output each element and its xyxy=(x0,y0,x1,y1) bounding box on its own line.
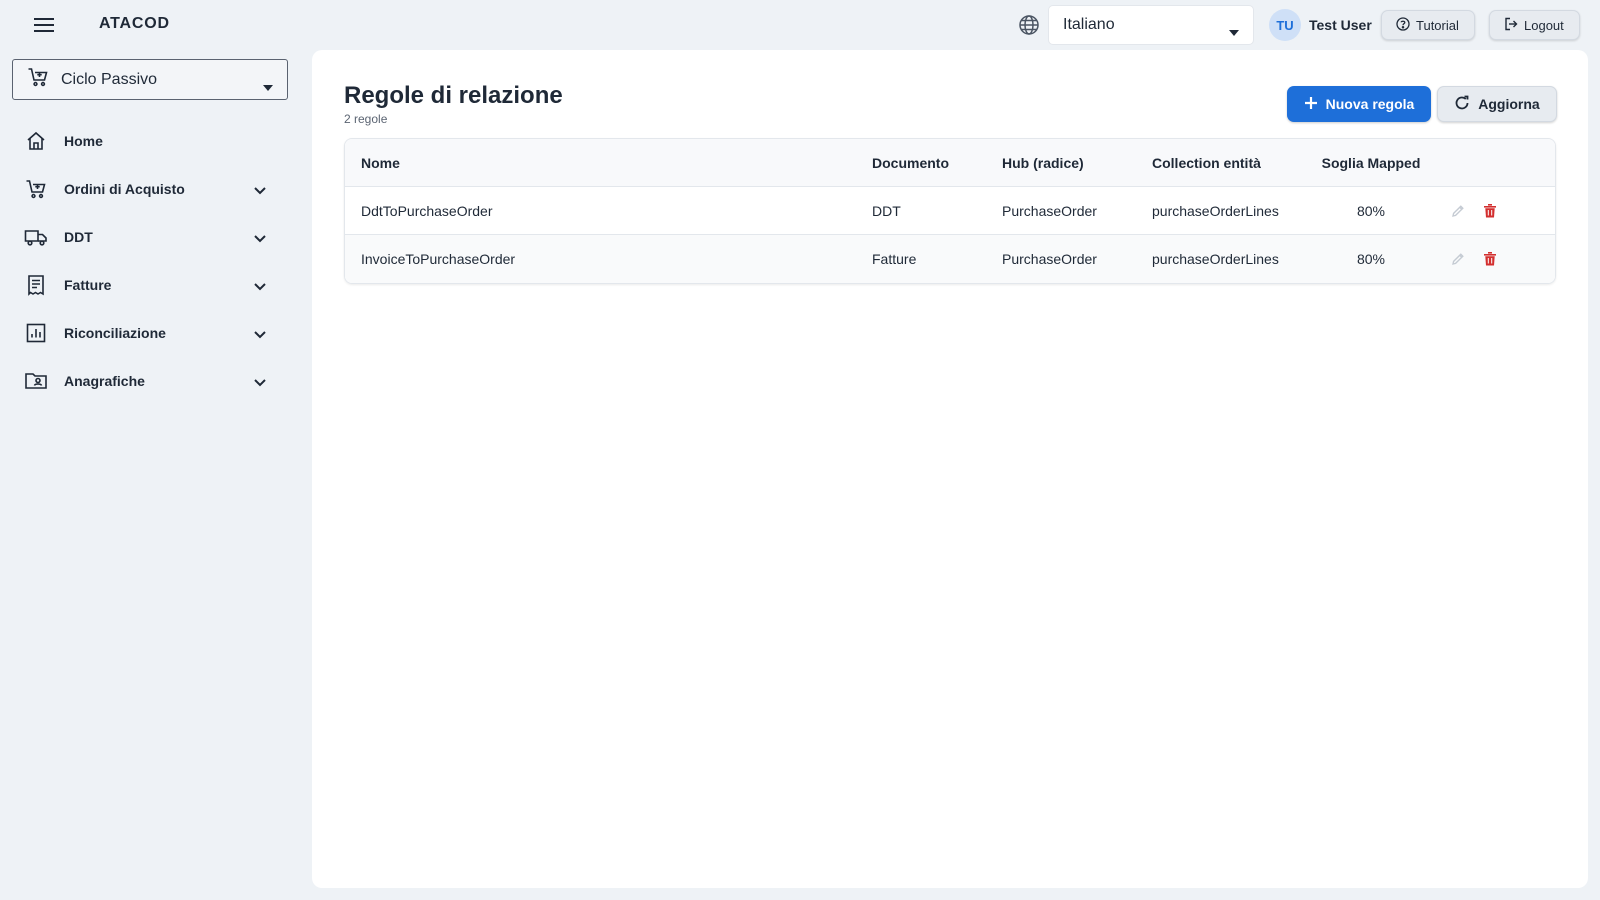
cell-soglia: 80% xyxy=(1356,203,1386,219)
cell-name: DdtToPurchaseOrder xyxy=(361,203,493,219)
sidebar-item-ddt[interactable]: DDT xyxy=(0,213,300,261)
refresh-button[interactable]: Aggiorna xyxy=(1437,86,1557,122)
cell-documento: Fatture xyxy=(872,251,917,267)
main-panel: Regole di relazione 2 regole Nuova regol… xyxy=(312,50,1588,888)
sidebar-item-label: Riconciliazione xyxy=(64,325,166,341)
sidebar-item-ordini-di-acquisto[interactable]: Ordini di Acquisto xyxy=(0,165,300,213)
cell-hub: PurchaseOrder xyxy=(1002,203,1097,219)
cell-name: InvoiceToPurchaseOrder xyxy=(361,251,516,267)
user-name: Test User xyxy=(1309,17,1372,33)
chevron-down-icon xyxy=(254,374,266,390)
cart-icon xyxy=(24,177,48,201)
rules-table: Nome Documento Hub (radice) Collection e… xyxy=(344,138,1556,284)
cell-hub: PurchaseOrder xyxy=(1002,251,1097,267)
column-header-collection[interactable]: Collection entità xyxy=(1152,139,1261,187)
column-header-nome[interactable]: Nome xyxy=(361,139,400,187)
language-select-value: Italiano xyxy=(1063,16,1115,33)
refresh-icon xyxy=(1454,95,1470,114)
sidebar-item-label: DDT xyxy=(64,229,93,245)
column-header-documento[interactable]: Documento xyxy=(872,139,949,187)
sidebar-nav: Home Ordini di Acquisto DDT Fatture Rico… xyxy=(0,117,300,405)
sidebar-item-fatture[interactable]: Fatture xyxy=(0,261,300,309)
chart-icon xyxy=(24,321,48,345)
logout-button[interactable]: Logout xyxy=(1489,10,1580,40)
logout-label: Logout xyxy=(1524,17,1564,33)
brand-logo: ATACOD xyxy=(99,15,170,32)
edit-icon[interactable] xyxy=(1451,252,1465,266)
row-actions xyxy=(1451,235,1497,283)
delete-icon[interactable] xyxy=(1483,204,1497,218)
chevron-down-icon xyxy=(254,182,266,198)
new-rule-button[interactable]: Nuova regola xyxy=(1287,86,1431,122)
table-header-row: Nome Documento Hub (radice) Collection e… xyxy=(345,139,1555,187)
delete-icon[interactable] xyxy=(1483,252,1497,266)
page-title: Regole di relazione xyxy=(344,82,563,109)
chevron-down-icon xyxy=(254,326,266,342)
avatar[interactable]: TU xyxy=(1269,9,1301,41)
column-header-soglia[interactable]: Soglia Mapped xyxy=(1322,139,1421,187)
cell-soglia: 80% xyxy=(1356,251,1386,267)
table-row[interactable]: InvoiceToPurchaseOrder Fatture PurchaseO… xyxy=(345,235,1555,283)
tutorial-label: Tutorial xyxy=(1416,17,1459,33)
chevron-down-icon xyxy=(254,278,266,294)
chevron-down-icon xyxy=(254,230,266,246)
top-bar: ATACOD Italiano TU Test User Tutorial Lo… xyxy=(0,0,1600,50)
truck-icon xyxy=(24,225,48,249)
caret-down-icon xyxy=(1229,23,1239,41)
caret-down-icon xyxy=(263,78,273,96)
cell-documento: DDT xyxy=(872,203,901,219)
row-actions xyxy=(1451,187,1497,235)
cycle-select[interactable]: Ciclo Passivo xyxy=(12,59,288,100)
menu-icon[interactable] xyxy=(30,12,58,38)
cell-collection: purchaseOrderLines xyxy=(1152,203,1279,219)
sidebar-item-home[interactable]: Home xyxy=(0,117,300,165)
rules-count: 2 regole xyxy=(344,112,388,126)
column-header-hub[interactable]: Hub (radice) xyxy=(1002,139,1084,187)
folder-user-icon xyxy=(24,369,48,393)
plus-icon xyxy=(1304,96,1318,113)
language-select[interactable]: Italiano xyxy=(1048,5,1254,45)
receipt-icon xyxy=(24,273,48,297)
sidebar-item-riconciliazione[interactable]: Riconciliazione xyxy=(0,309,300,357)
new-rule-label: Nuova regola xyxy=(1325,96,1415,112)
edit-icon[interactable] xyxy=(1451,204,1465,218)
cart-icon xyxy=(27,66,49,93)
refresh-label: Aggiorna xyxy=(1478,96,1540,112)
logout-icon xyxy=(1504,17,1518,34)
sidebar-item-label: Anagrafiche xyxy=(64,373,145,389)
cycle-select-value: Ciclo Passivo xyxy=(61,70,158,88)
help-circle-icon xyxy=(1396,16,1410,34)
table-row[interactable]: DdtToPurchaseOrder DDT PurchaseOrder pur… xyxy=(345,187,1555,235)
cell-collection: purchaseOrderLines xyxy=(1152,251,1279,267)
globe-icon xyxy=(1018,14,1040,36)
sidebar-item-label: Home xyxy=(64,133,103,149)
sidebar-item-label: Fatture xyxy=(64,277,112,293)
tutorial-button[interactable]: Tutorial xyxy=(1381,10,1475,40)
home-icon xyxy=(24,129,48,153)
sidebar-item-anagrafiche[interactable]: Anagrafiche xyxy=(0,357,300,405)
sidebar-item-label: Ordini di Acquisto xyxy=(64,181,185,197)
